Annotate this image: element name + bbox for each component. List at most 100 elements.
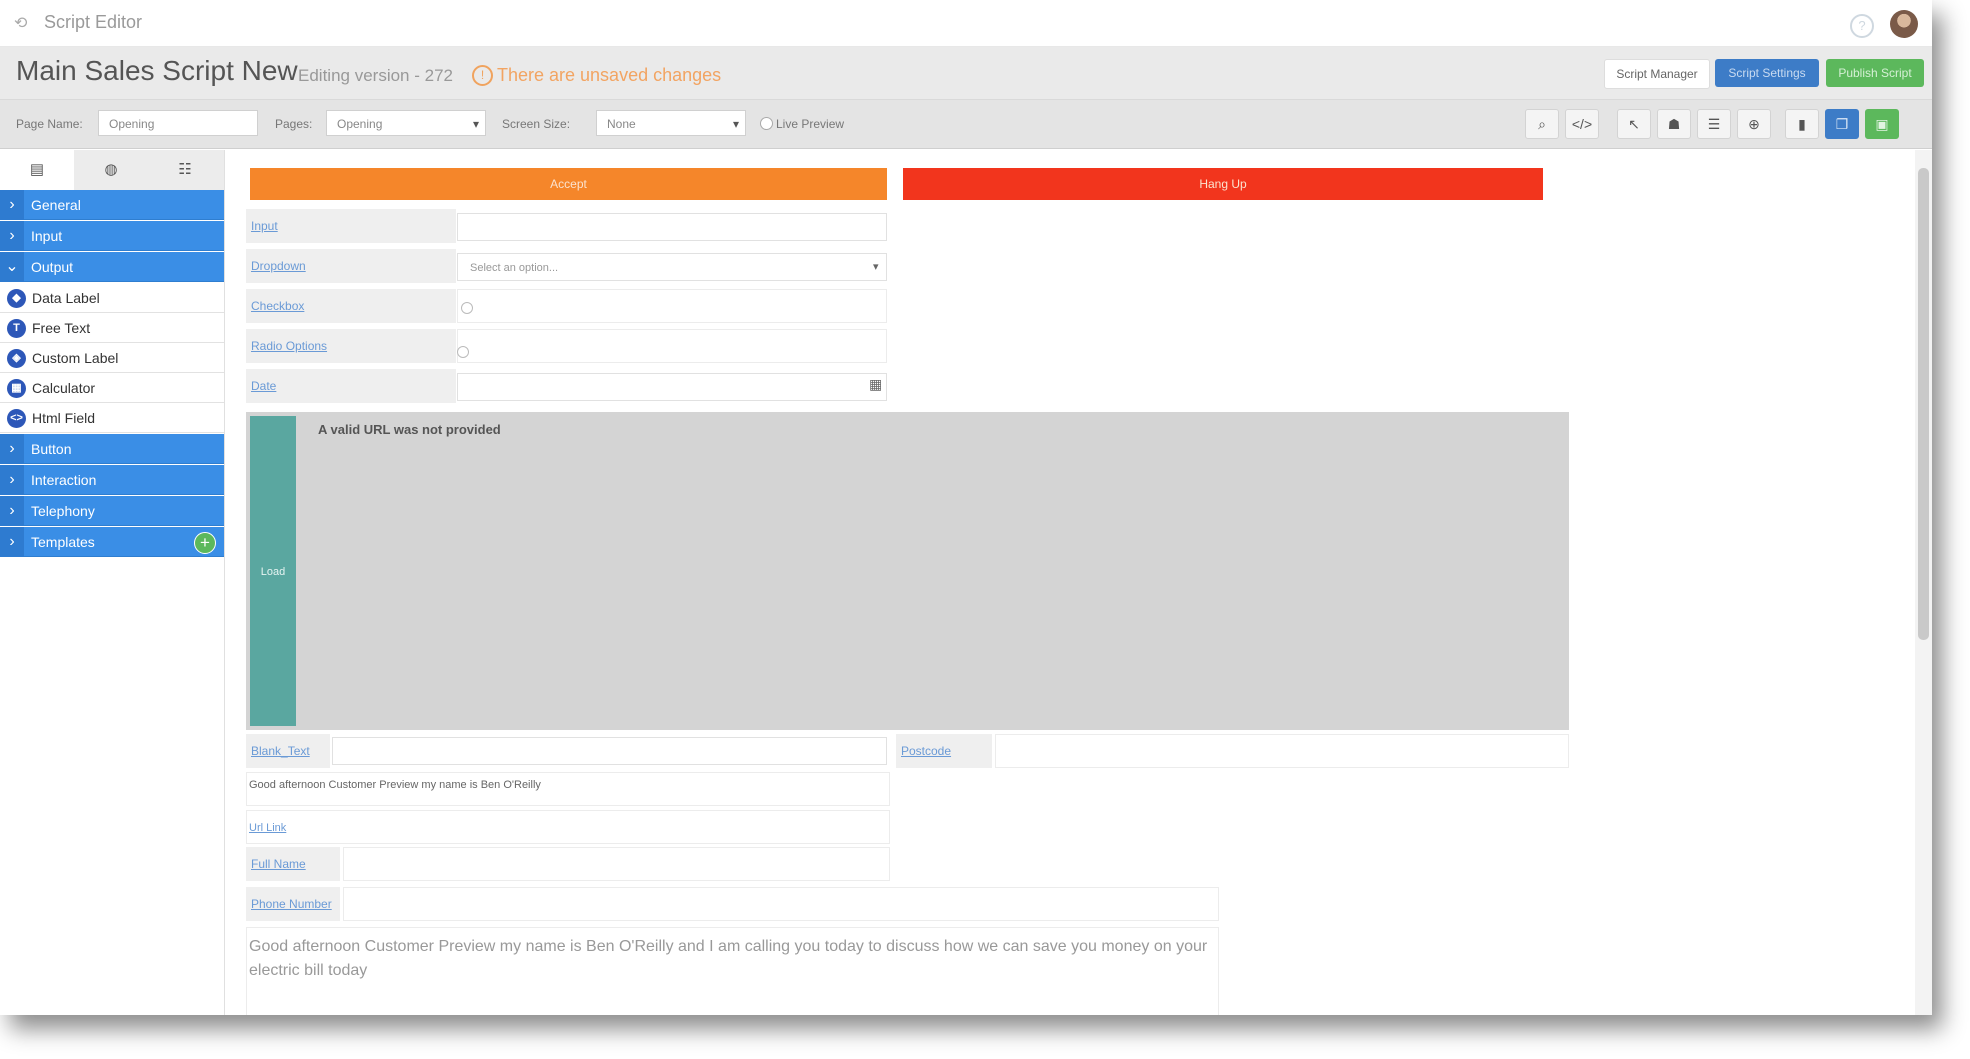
- align-icon[interactable]: ☰: [1697, 109, 1731, 139]
- app-logo-icon: ⟲: [14, 15, 28, 32]
- calculator-icon: ▦: [7, 379, 26, 398]
- sidebar-item-html-field[interactable]: <> Html Field: [0, 403, 224, 433]
- sidebar-item-label: Interaction: [31, 472, 97, 488]
- accept-button[interactable]: Accept: [250, 168, 887, 200]
- phone-number-label[interactable]: Phone Number: [246, 887, 340, 921]
- sidebar-item-label: Custom Label: [32, 350, 119, 366]
- add-template-icon[interactable]: +: [194, 532, 216, 554]
- dropdown-select[interactable]: Select an option...: [457, 253, 887, 281]
- globe-tab-icon[interactable]: ◍: [74, 150, 148, 190]
- warning-icon: !: [472, 65, 493, 86]
- code-icon: <>: [7, 409, 26, 428]
- script-manager-button[interactable]: Script Manager: [1604, 59, 1710, 89]
- script-canvas: Accept Hang Up Input Dropdown Select an …: [225, 150, 1915, 1015]
- iframe-error-message: A valid URL was not provided: [318, 422, 501, 437]
- code-icon[interactable]: </>: [1565, 109, 1599, 139]
- avatar[interactable]: [1890, 10, 1918, 38]
- scrollbar-thumb[interactable]: [1918, 168, 1929, 640]
- greeting-text: Good afternoon Customer Preview my name …: [249, 779, 541, 791]
- date-field-label[interactable]: Date: [246, 369, 456, 403]
- page-name-label: Page Name:: [16, 117, 83, 131]
- cursor-icon[interactable]: ↖: [1617, 109, 1651, 139]
- chevron-right-icon: ›: [0, 496, 24, 526]
- sidebar-item-label: Free Text: [32, 320, 91, 336]
- sidebar-item-telephony[interactable]: › Telephony: [0, 496, 224, 526]
- iframe-container: Load A valid URL was not provided: [246, 412, 1569, 730]
- script-header: Main Sales Script New Editing version - …: [0, 47, 1932, 100]
- blank-text-input[interactable]: [332, 737, 887, 765]
- component-sidebar: ▤ ◍ ☷ › General › Input ⌄ Output ◆ Data …: [0, 150, 225, 1015]
- checkbox-field-label[interactable]: Checkbox: [246, 289, 456, 323]
- radio-input[interactable]: [457, 346, 469, 358]
- tags-icon: ◈: [7, 349, 26, 368]
- chevron-right-icon: ›: [0, 190, 24, 220]
- file-icon[interactable]: ▮: [1785, 109, 1819, 139]
- chevron-down-icon: ⌄: [0, 252, 24, 282]
- sidebar-item-general[interactable]: › General: [0, 190, 224, 220]
- sidebar-item-label: Button: [31, 441, 72, 457]
- sidebar-item-free-text[interactable]: T Free Text: [0, 313, 224, 343]
- tag-icon: ◆: [7, 289, 26, 308]
- calendar-icon[interactable]: ▦: [869, 376, 882, 393]
- phone-number-input[interactable]: [343, 887, 1219, 921]
- help-icon[interactable]: ?: [1850, 14, 1874, 38]
- hang-up-button[interactable]: Hang Up: [903, 168, 1543, 200]
- text-icon: T: [7, 319, 26, 338]
- sidebar-item-label: General: [31, 197, 81, 213]
- live-preview-checkbox[interactable]: [760, 117, 773, 130]
- sidebar-item-templates[interactable]: › Templates +: [0, 527, 224, 557]
- target-icon[interactable]: ⊕: [1737, 109, 1771, 139]
- sidebar-item-button[interactable]: › Button: [0, 434, 224, 464]
- postcode-label[interactable]: Postcode: [896, 734, 992, 768]
- input-field[interactable]: [457, 213, 887, 241]
- sidebar-item-label: Input: [31, 228, 63, 244]
- script-settings-button[interactable]: Script Settings: [1715, 59, 1819, 87]
- save-icon[interactable]: ▣: [1865, 109, 1899, 139]
- postcode-input[interactable]: [995, 734, 1569, 768]
- pages-select-value: Opening: [337, 117, 383, 131]
- script-text: Good afternoon Customer Preview my name …: [249, 938, 1208, 979]
- components-tab-icon[interactable]: ▤: [0, 150, 74, 190]
- unsaved-warning: There are unsaved changes: [497, 65, 722, 85]
- pages-label: Pages:: [275, 117, 313, 131]
- full-name-label[interactable]: Full Name: [246, 847, 340, 881]
- radio-container: [457, 329, 887, 363]
- page-title: Main Sales Script New: [16, 55, 298, 86]
- screen-size-label: Screen Size:: [502, 117, 571, 131]
- load-button[interactable]: Load: [250, 416, 296, 726]
- chevron-right-icon: ›: [0, 527, 24, 557]
- sidebar-item-input[interactable]: › Input: [0, 221, 224, 251]
- date-input[interactable]: [457, 373, 887, 401]
- copy-icon[interactable]: ❐: [1825, 109, 1859, 139]
- sidebar-item-interaction[interactable]: › Interaction: [0, 465, 224, 495]
- sidebar-item-output[interactable]: ⌄ Output: [0, 252, 224, 282]
- pages-select[interactable]: Opening: [326, 110, 486, 137]
- sidebar-item-label: Calculator: [32, 380, 96, 396]
- app-bar: ⟲ Script Editor ?: [0, 0, 1932, 47]
- sidebar-item-data-label[interactable]: ◆ Data Label: [0, 283, 224, 313]
- magnify-icon[interactable]: ⌕: [1525, 109, 1559, 139]
- sidebar-item-custom-label[interactable]: ◈ Custom Label: [0, 343, 224, 373]
- url-link-container: [246, 810, 890, 844]
- radio-field-label[interactable]: Radio Options: [246, 329, 456, 363]
- page-name-input[interactable]: Opening: [98, 110, 258, 136]
- full-name-input[interactable]: [343, 847, 890, 881]
- blank-text-label[interactable]: Blank_Text: [246, 734, 330, 768]
- hierarchy-icon[interactable]: ☗: [1657, 109, 1691, 139]
- sidebar-item-label: Templates: [31, 534, 95, 550]
- checkbox-container: [457, 289, 887, 323]
- input-field-label[interactable]: Input: [246, 209, 456, 243]
- dropdown-field-label[interactable]: Dropdown: [246, 249, 456, 283]
- publish-script-button[interactable]: Publish Script: [1826, 59, 1924, 87]
- script-editor-window: ⟲ Script Editor ? Main Sales Script New …: [0, 0, 1932, 1015]
- checkbox-input[interactable]: [461, 302, 473, 314]
- database-tab-icon[interactable]: ☷: [148, 150, 222, 190]
- screen-size-select[interactable]: None: [596, 110, 746, 137]
- sidebar-item-calculator[interactable]: ▦ Calculator: [0, 373, 224, 403]
- sidebar-item-label: Html Field: [32, 410, 96, 426]
- sidebar-item-label: Telephony: [31, 503, 95, 519]
- live-preview-label: Live Preview: [776, 117, 845, 131]
- app-title: Script Editor: [44, 12, 143, 32]
- url-link[interactable]: Url Link: [249, 822, 286, 834]
- screen-size-select-value: None: [607, 117, 636, 131]
